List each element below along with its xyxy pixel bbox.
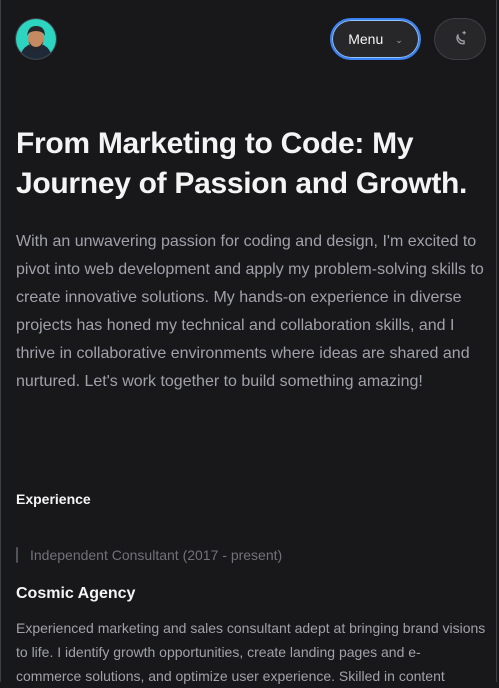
- moon-sparkle-icon: [456, 30, 466, 45]
- role-divider: [16, 547, 18, 563]
- company-name: Cosmic Agency: [16, 585, 136, 602]
- intro-paragraph: With an unwavering passion for coding an…: [16, 233, 484, 390]
- avatar[interactable]: [16, 19, 56, 59]
- company-description: Experienced marketing and sales consulta…: [16, 620, 486, 684]
- theme-toggle-button[interactable]: [435, 19, 485, 59]
- chevron-down-icon: ⌄: [395, 34, 403, 45]
- page-title: From Marketing to Code: My Journey of Pa…: [16, 127, 468, 200]
- experience-heading: Experience: [16, 491, 91, 507]
- menu-button[interactable]: Menu ⌄: [330, 18, 421, 60]
- site-header: Menu ⌄: [0, 0, 499, 80]
- menu-label: Menu: [348, 31, 384, 47]
- role-label: Independent Consultant (2017 - present): [30, 547, 283, 563]
- avatar-icon: [16, 19, 56, 59]
- experience-role: Independent Consultant (2017 - present): [16, 545, 282, 565]
